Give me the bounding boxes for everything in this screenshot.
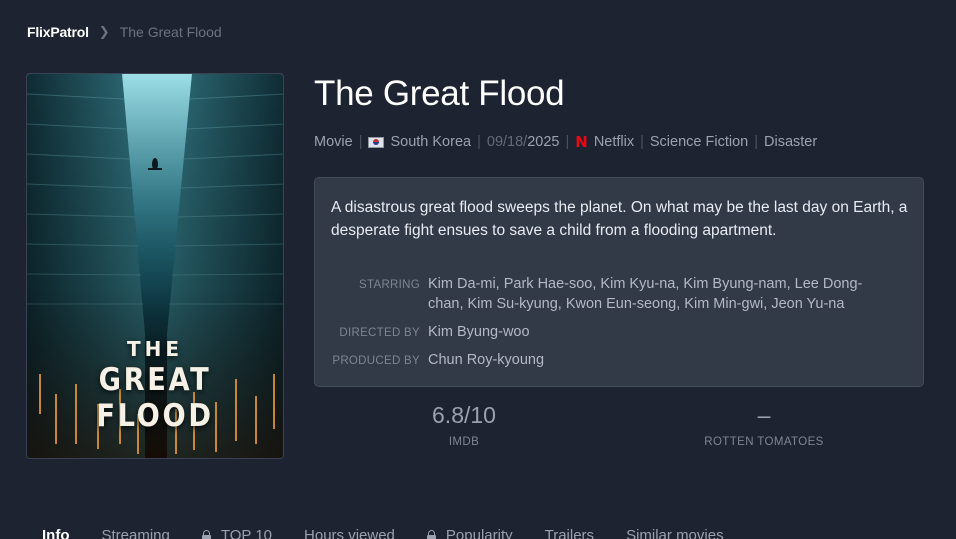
south-korea-flag-icon [368,136,385,148]
credit-label: DIRECTED BY [339,327,420,339]
credit-label: PRODUCED BY [332,355,420,367]
credit-produced[interactable]: Chun Roy-kyoung [428,350,888,371]
meta-country[interactable]: South Korea [390,134,471,150]
rating-rt-value: – [757,402,771,428]
meta-separator: | [477,134,481,150]
tab-info[interactable]: Info [26,527,86,539]
meta-type: Movie [314,134,353,150]
poster-title-line2: GREAT FLOOD [96,362,214,434]
meta-genre[interactable]: Science Fiction [650,134,748,150]
rating-imdb[interactable]: 6.8/10 IMDB [314,402,614,448]
rating-imdb-label: IMDB [448,436,480,448]
credit-label: STARRING [359,279,420,291]
page: FlixPatrol ❯ The Great Flood THE GREAT F… [0,0,956,539]
lock-icon [426,530,436,539]
rating-rotten-tomatoes[interactable]: – ROTTEN TOMATOES [614,402,914,448]
rating-imdb-value: 6.8/10 [432,402,496,428]
meta-separator: | [565,134,570,150]
credit-directed[interactable]: Kim Byung-woo [428,322,888,343]
credit-row-starring: STARRING Kim Da-mi, Park Hae-soo, Kim Ky… [315,274,888,314]
chevron-right-icon: ❯ [98,24,110,39]
breadcrumb-home-link[interactable]: FlixPatrol [27,24,89,40]
meta-genre[interactable]: Disaster [764,134,817,150]
breadcrumb-current: The Great Flood [119,24,222,40]
movie-description: A disastrous great flood sweeps the plan… [331,199,908,239]
tab-similar-movies[interactable]: Similar movies [610,527,740,539]
meta-separator: | [754,134,758,150]
page-title: The Great Flood [314,74,565,113]
tab-hours-viewed[interactable]: Hours viewed [288,527,411,539]
meta-date: 09/18/ [486,134,528,150]
info-card: A disastrous great flood sweeps the plan… [314,177,924,387]
tab-top10-label: TOP 10 [220,527,273,539]
tab-popularity[interactable]: Popularity [411,527,529,539]
tab-top10[interactable]: TOP 10 [186,527,288,539]
credit-row-produced: PRODUCED BY Chun Roy-kyoung [315,350,888,371]
tab-popularity-label: Popularity [445,527,513,539]
tab-streaming[interactable]: Streaming [86,527,186,539]
credit-row-directed: DIRECTED BY Kim Byung-woo [315,322,888,343]
lock-icon [201,530,211,539]
tab-bar: Info Streaming TOP 10 Hours viewed Popul… [26,527,740,539]
tab-trailers[interactable]: Trailers [529,527,610,539]
movie-poster: THE GREAT FLOOD [26,73,284,459]
meta-separator: | [640,134,644,150]
rating-rt-label: ROTTEN TOMATOES [704,436,824,448]
meta-separator: | [358,134,363,150]
poster-title-line1: THE [126,337,184,361]
ratings: 6.8/10 IMDB – ROTTEN TOMATOES [314,402,924,462]
credit-starring[interactable]: Kim Da-mi, Park Hae-soo, Kim Kyu-na, Kim… [428,274,888,314]
movie-meta: Movie | South Korea | 09/18/ 2025 | N Ne… [314,133,817,151]
breadcrumb: FlixPatrol ❯ The Great Flood [27,24,222,40]
meta-year: 2025 [527,134,560,150]
netflix-icon: N [575,133,588,151]
meta-platform[interactable]: Netflix [594,134,634,150]
